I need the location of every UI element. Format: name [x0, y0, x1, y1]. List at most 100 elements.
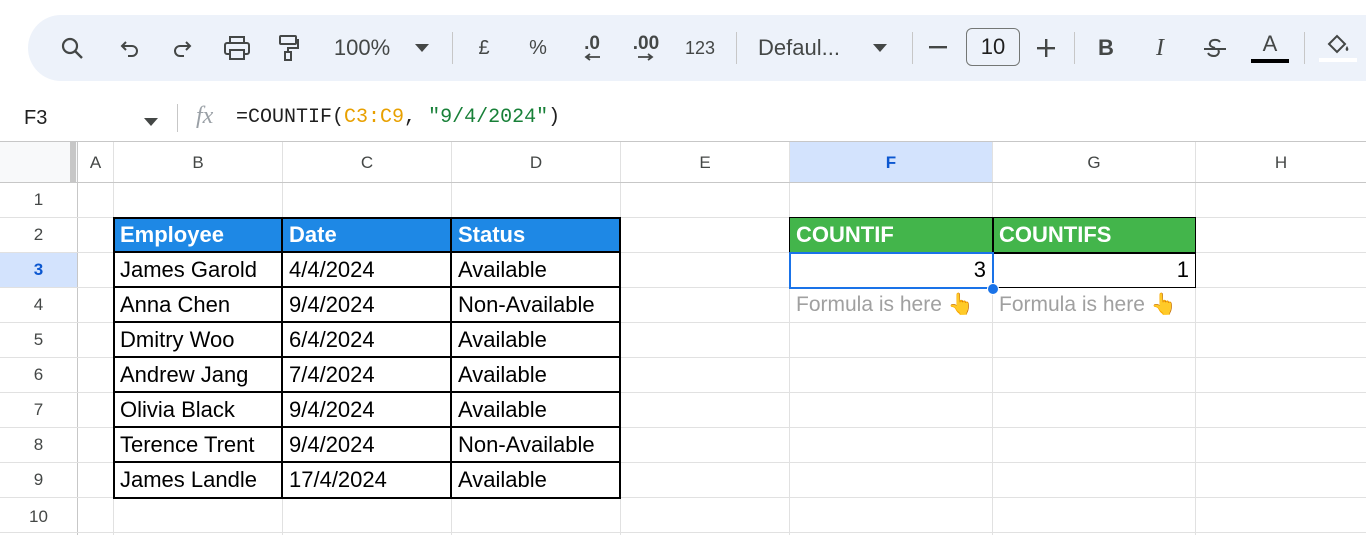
- increase-decimal-label: .00: [632, 33, 660, 54]
- fill-color-swatch: [1319, 58, 1357, 62]
- table-cell-employee[interactable]: Anna Chen: [114, 288, 282, 322]
- name-box[interactable]: F3: [24, 95, 47, 141]
- search-icon[interactable]: [56, 15, 88, 81]
- frozen-column-handle[interactable]: [70, 142, 76, 183]
- column-header-a[interactable]: A: [78, 142, 113, 183]
- gridline: [0, 532, 1366, 533]
- countif-value-cell[interactable]: 3: [790, 253, 992, 287]
- table-cell-status[interactable]: Available: [452, 253, 620, 287]
- table-header-employee[interactable]: Employee: [114, 218, 282, 252]
- table-border: [450, 217, 452, 499]
- formula-note-g[interactable]: Formula is here 👆: [993, 288, 1195, 322]
- row-header-6[interactable]: 6: [0, 358, 77, 392]
- column-header-f[interactable]: F: [790, 142, 992, 183]
- arrow-left-icon: [584, 53, 600, 61]
- gridline: [1195, 142, 1196, 535]
- countifs-value-cell[interactable]: 1: [993, 253, 1195, 287]
- text-color-swatch: [1251, 59, 1289, 63]
- font-size-input[interactable]: 10: [966, 28, 1020, 66]
- fx-icon: fx: [196, 103, 214, 129]
- table-cell-date[interactable]: 9/4/2024: [283, 288, 451, 322]
- fill-color-icon[interactable]: [1318, 15, 1358, 81]
- redo-icon[interactable]: [166, 15, 198, 81]
- table-cell-employee[interactable]: Andrew Jang: [114, 358, 282, 392]
- row-header-2[interactable]: 2: [0, 218, 77, 252]
- formula-note-f[interactable]: Formula is here 👆: [790, 288, 992, 322]
- column-header-e[interactable]: E: [621, 142, 789, 183]
- table-header-status[interactable]: Status: [452, 218, 620, 252]
- chevron-down-icon[interactable]: [410, 15, 434, 81]
- table-cell-status[interactable]: Non-Available: [452, 288, 620, 322]
- formula-range: C3:C9: [344, 106, 405, 129]
- table-cell-status[interactable]: Available: [452, 463, 620, 497]
- chevron-down-icon[interactable]: [868, 15, 892, 81]
- table-cell-date[interactable]: 9/4/2024: [283, 428, 451, 462]
- gridline: [0, 182, 1366, 183]
- table-cell-status[interactable]: Available: [452, 323, 620, 357]
- column-header-c[interactable]: C: [283, 142, 451, 183]
- currency-button[interactable]: £: [472, 15, 496, 81]
- increase-font-size-icon[interactable]: [1034, 15, 1058, 81]
- table-border: [113, 391, 621, 393]
- formula-input[interactable]: =COUNTIF(C3:C9, "9/4/2024"): [236, 106, 560, 129]
- table-cell-date[interactable]: 17/4/2024: [283, 463, 451, 497]
- table-cell-employee[interactable]: Olivia Black: [114, 393, 282, 427]
- row-header-7[interactable]: 7: [0, 393, 77, 427]
- formula-bar-divider: [177, 104, 178, 132]
- print-icon[interactable]: [220, 15, 254, 81]
- table-cell-employee[interactable]: James Garold: [114, 253, 282, 287]
- table-cell-date[interactable]: 4/4/2024: [283, 253, 451, 287]
- number-format-button[interactable]: 123: [680, 15, 720, 81]
- paint-format-icon[interactable]: [274, 15, 304, 81]
- toolbar-divider: [1074, 32, 1075, 64]
- decrease-font-size-icon[interactable]: [926, 15, 950, 81]
- row-header-5[interactable]: 5: [0, 323, 77, 357]
- table-cell-employee[interactable]: Dmitry Woo: [114, 323, 282, 357]
- table-border: [113, 356, 621, 358]
- column-header-g[interactable]: G: [993, 142, 1195, 183]
- decrease-decimal-label: .0: [584, 33, 600, 54]
- table-cell-employee[interactable]: James Landle: [114, 463, 282, 497]
- row-header-3[interactable]: 3: [0, 253, 77, 287]
- undo-icon[interactable]: [114, 15, 146, 81]
- toolbar-divider: [1304, 32, 1305, 64]
- font-family-select[interactable]: Defaul...: [758, 15, 854, 81]
- table-cell-date[interactable]: 6/4/2024: [283, 323, 451, 357]
- strikethrough-icon[interactable]: [1200, 15, 1230, 81]
- decrease-decimal-button[interactable]: .0: [572, 15, 612, 81]
- table-cell-status[interactable]: Available: [452, 358, 620, 392]
- row-header-9[interactable]: 9: [0, 463, 77, 497]
- column-header-d[interactable]: D: [452, 142, 620, 183]
- table-cell-employee[interactable]: Terence Trent: [114, 428, 282, 462]
- table-cell-date[interactable]: 7/4/2024: [283, 358, 451, 392]
- row-header-4[interactable]: 4: [0, 288, 77, 322]
- zoom-select[interactable]: 100%: [326, 15, 398, 81]
- table-border: [113, 321, 621, 323]
- table-cell-date[interactable]: 9/4/2024: [283, 393, 451, 427]
- select-all-corner[interactable]: [0, 142, 77, 183]
- column-header-h[interactable]: H: [1196, 142, 1366, 183]
- name-box-dropdown-icon[interactable]: [144, 113, 158, 131]
- table-border: [113, 426, 621, 428]
- row-header-1[interactable]: 1: [0, 183, 77, 217]
- row-header-8[interactable]: 8: [0, 428, 77, 462]
- table-cell-status[interactable]: Available: [452, 393, 620, 427]
- bold-button[interactable]: B: [1094, 15, 1118, 81]
- table-border: [281, 217, 283, 499]
- formula-criteria: "9/4/2024": [428, 106, 549, 129]
- toolbar-divider: [912, 32, 913, 64]
- toolbar-divider: [452, 32, 453, 64]
- italic-button[interactable]: I: [1148, 15, 1172, 81]
- countifs-header[interactable]: COUNTIFS: [993, 218, 1195, 252]
- text-color-button[interactable]: A: [1250, 15, 1290, 81]
- text-color-label: A: [1262, 31, 1278, 56]
- row-header-10[interactable]: 10: [0, 498, 77, 535]
- countif-header[interactable]: COUNTIF: [790, 218, 992, 252]
- table-header-date[interactable]: Date: [283, 218, 451, 252]
- table-cell-status[interactable]: Non-Available: [452, 428, 620, 462]
- column-header-b[interactable]: B: [114, 142, 282, 183]
- percent-button[interactable]: %: [524, 15, 552, 81]
- fill-handle[interactable]: [987, 283, 999, 295]
- increase-decimal-button[interactable]: .00: [628, 15, 664, 81]
- toolbar-divider: [736, 32, 737, 64]
